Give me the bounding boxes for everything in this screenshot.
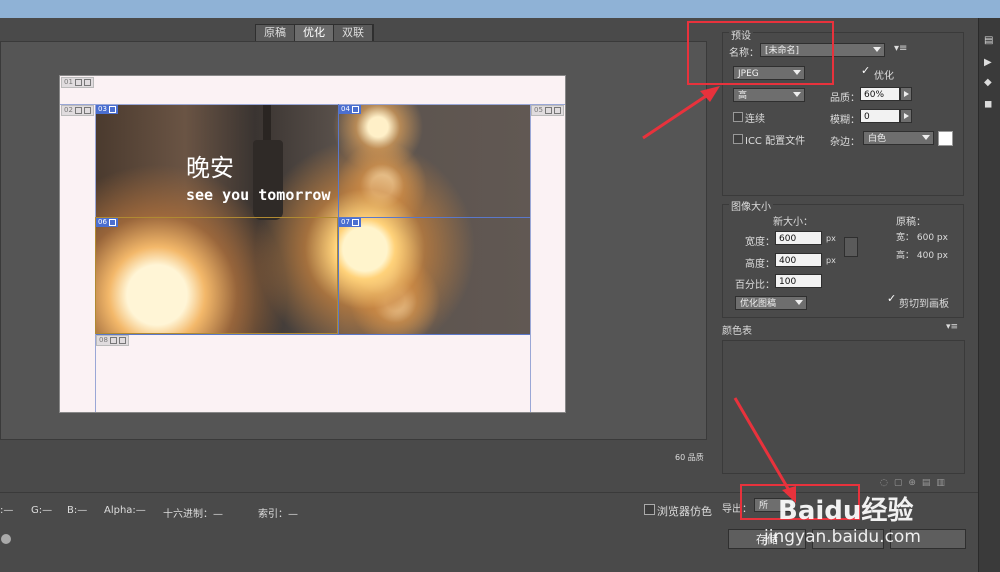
status-b: B:— [67,505,88,516]
original-width: 宽： 600 px [896,233,948,243]
chevron-down-icon [795,300,803,305]
globe-icon[interactable] [1,534,11,544]
window-top-strip [0,0,1000,18]
tab-2up[interactable]: 双联 [334,25,373,41]
layers-icon[interactable]: ◆ [984,78,994,88]
image-size-title: 图像大小 [729,198,773,213]
width-field[interactable]: 600 [775,231,822,245]
width-unit: px [826,234,836,243]
height-field[interactable]: 400 [775,253,822,267]
slice-boundary [530,104,531,412]
quality-slider-button[interactable] [900,87,912,101]
slice-badge[interactable]: 03 [96,105,118,114]
resample-dropdown[interactable]: 优化图稿 [735,296,807,310]
browser-dither-checkbox[interactable] [644,504,655,515]
height-unit: px [826,256,836,265]
color-table-menu-icon[interactable]: ▾≡ [946,322,958,332]
slice-badge[interactable]: 07 [339,218,361,227]
slice-badge[interactable]: 05 [531,105,564,116]
clip-to-artboard-checkbox[interactable]: ✓ [887,293,896,304]
percent-label: 百分比： [735,280,775,291]
percent-field[interactable]: 100 [775,274,822,288]
matte-color-swatch[interactable] [938,131,953,146]
width-label: 宽度： [745,237,775,248]
browser-dither-label: 浏览器仿色 [657,505,712,518]
blur-label: 模糊： [830,115,860,126]
progressive-checkbox[interactable] [733,112,743,122]
selected-slice-outline [95,217,338,334]
watermark-logo: Baidu经验 [778,496,914,526]
quality-label: 品质： [830,93,860,104]
panel-icon[interactable]: ▤ [984,36,994,46]
status-g: G:— [31,505,53,516]
status-index: 索引：— [258,509,298,520]
icc-checkbox[interactable] [733,134,743,144]
blur-slider-button[interactable] [900,109,912,123]
tab-optimized[interactable]: 优化 [295,25,334,41]
view-tabs: 原稿 优化 双联 [255,24,374,42]
slice-badge[interactable]: 08 [96,335,129,346]
icc-label: ICC 配置文件 [745,136,806,147]
highlight-box-preset [687,21,834,85]
color-table-tools[interactable]: ◌▢⊕▤▥ [880,478,951,488]
new-size-label: 新大小： [773,217,813,228]
slice-badge[interactable]: 02 [61,105,94,116]
color-table [722,340,965,474]
image-subtitle-text: see you tomorrow [186,186,331,204]
link-icon[interactable] [844,237,858,257]
matte-label: 杂边： [830,137,860,148]
matte-dropdown[interactable]: 白色 [863,131,934,145]
image-title-text: 晚安 [186,154,234,182]
play-icon[interactable]: ▶ [984,58,994,68]
clip-to-artboard-label: 剪切到画板 [899,299,949,310]
chevron-down-icon [873,47,881,52]
optimize-checkbox[interactable]: ✓ [861,65,870,76]
chevron-down-icon [793,92,801,97]
watermark-url: jingyan.baidu.com [764,527,921,547]
blur-field[interactable]: 0 [860,109,900,123]
quality-note: 60 品质 [675,453,704,462]
slice-badge[interactable]: 06 [96,218,118,227]
panel-menu-icon[interactable]: ▾≡ [894,43,907,54]
right-toolbar: ▤ ▶ ◆ ◼ [978,18,1000,572]
lamp-socket [253,140,283,220]
quality-field[interactable]: 60% [860,87,900,101]
status-alpha: Alpha:— [104,505,146,516]
status-hex: 十六进制：— [163,509,223,520]
original-label: 原稿： [896,217,926,228]
height-label: 高度： [745,259,775,270]
progressive-label: 连续 [745,114,765,125]
slice-boundary [95,334,530,335]
tab-original[interactable]: 原稿 [256,25,295,41]
quality-preset-dropdown[interactable]: 高 [733,88,805,102]
optimize-label: 优化 [874,71,894,82]
original-height: 高： 400 px [896,251,948,261]
status-r: :— [0,505,14,516]
slice-badge[interactable]: 04 [339,105,361,114]
info-icon[interactable]: ◼ [984,100,994,110]
slice-boundary [60,104,565,105]
color-table-title: 颜色表 [722,326,752,337]
chevron-down-icon [922,135,930,140]
slice-badge[interactable]: 01 [61,77,94,88]
